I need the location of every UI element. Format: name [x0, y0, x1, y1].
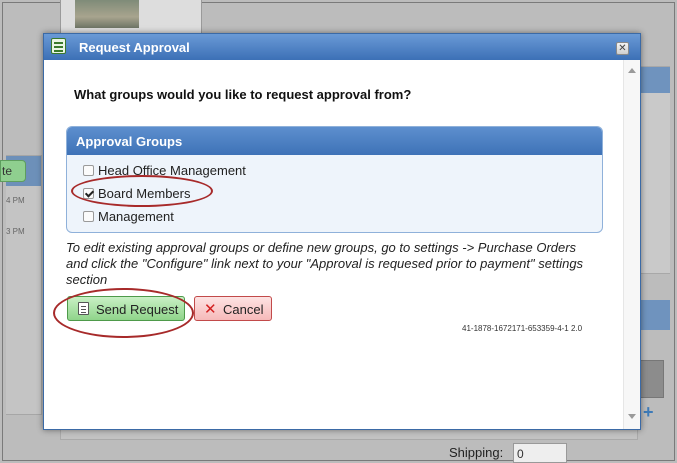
- group-option-head-office-management[interactable]: Head Office Management: [83, 163, 246, 178]
- reference-number: 41-1878-1672171-653359-4-1 2.0: [462, 324, 583, 333]
- approval-groups-panel: Approval Groups Head Office Management B…: [66, 126, 603, 233]
- checkbox[interactable]: [83, 165, 94, 176]
- group-label: Head Office Management: [98, 163, 246, 178]
- cancel-x-icon: ✕: [204, 301, 217, 318]
- shipping-input[interactable]: 0: [513, 443, 567, 463]
- document-icon: [78, 302, 89, 315]
- group-option-board-members[interactable]: Board Members: [83, 186, 190, 201]
- right-panel-header-2: [640, 300, 670, 330]
- scroll-up-icon[interactable]: [628, 68, 636, 73]
- shipping-label: Shipping:: [449, 445, 504, 460]
- right-panel-header: [641, 67, 670, 93]
- right-panel: [640, 66, 670, 274]
- approval-question: What groups would you like to request ap…: [74, 87, 412, 102]
- right-table-header: [640, 360, 664, 398]
- checkbox-checked[interactable]: [83, 188, 94, 199]
- group-label: Board Members: [98, 186, 191, 201]
- timestamp: 3 PM: [6, 227, 25, 236]
- plus-icon[interactable]: +: [643, 403, 654, 421]
- cancel-label: Cancel: [223, 302, 264, 317]
- send-request-label: Send Request: [96, 302, 179, 317]
- checkbox[interactable]: [83, 211, 94, 222]
- group-label: Management: [98, 209, 174, 224]
- close-icon[interactable]: ✕: [616, 42, 629, 55]
- dialog-title: Request Approval: [79, 40, 190, 55]
- dialog-titlebar[interactable]: Request Approval ✕: [44, 34, 640, 60]
- scroll-down-icon[interactable]: [628, 414, 636, 419]
- group-option-management[interactable]: Management: [83, 209, 174, 224]
- form-icon: [51, 38, 66, 54]
- timestamp: 4 PM: [6, 196, 25, 205]
- send-request-button[interactable]: Send Request: [67, 296, 185, 321]
- settings-hint: To edit existing approval groups or defi…: [66, 240, 584, 287]
- cancel-button[interactable]: ✕ Cancel: [194, 296, 272, 321]
- request-approval-dialog: Request Approval ✕ What groups would you…: [43, 33, 641, 430]
- property-photo: [75, 0, 139, 28]
- left-panel: [6, 155, 42, 415]
- approval-groups-header: Approval Groups: [67, 127, 602, 155]
- dialog-scrollbar[interactable]: [623, 60, 640, 429]
- left-action-button[interactable]: te: [0, 160, 26, 182]
